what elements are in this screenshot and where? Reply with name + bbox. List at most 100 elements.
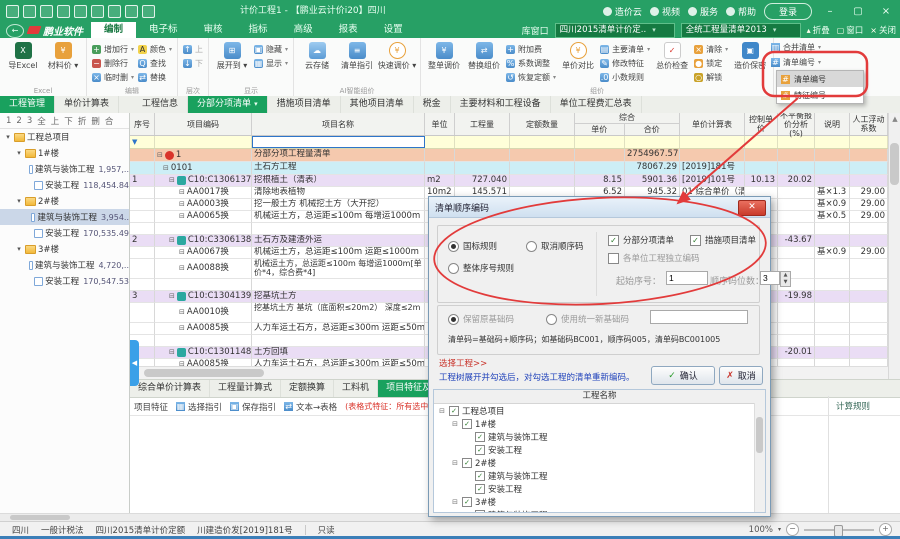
- tree-checkbox[interactable]: [462, 497, 472, 507]
- tab-税金[interactable]: 税金: [414, 96, 451, 113]
- titlebar-item-2[interactable]: 服务: [688, 5, 718, 18]
- copy-icon[interactable]: [74, 5, 87, 18]
- tree-item-安装工程[interactable]: 安装工程170,547.53: [0, 273, 129, 289]
- zoom-dropdown-icon[interactable]: ▾: [778, 526, 781, 533]
- ribbon-tab-设置[interactable]: 设置: [371, 22, 416, 38]
- digits-input[interactable]: [760, 271, 780, 285]
- dialog-tree-item-3#楼[interactable]: ⊟3#楼: [434, 495, 765, 508]
- new-icon[interactable]: [6, 5, 19, 18]
- back-icon[interactable]: ←: [6, 24, 24, 38]
- zoom-in-icon[interactable]: +: [879, 523, 892, 536]
- check-subsection-list[interactable]: 分部分项清单: [608, 234, 674, 246]
- header-unit[interactable]: 单位: [425, 113, 455, 135]
- table-row[interactable]: 1⊟C10:C1306137挖根植土（清表）m2727.0408.155901.…: [130, 175, 900, 187]
- filter-cell-qty[interactable]: [455, 136, 510, 148]
- scroll-up-icon[interactable]: ▲: [889, 113, 900, 125]
- ribbon-button-删除行[interactable]: −删除行: [90, 56, 136, 70]
- filter-cell-code[interactable]: [155, 136, 252, 148]
- radio-keep-base-code[interactable]: 保留原基础码: [448, 313, 514, 325]
- toolbar-button-保存指引[interactable]: ▣保存指引: [230, 401, 276, 413]
- ribbon-button-附加费[interactable]: +附加费: [504, 42, 558, 56]
- ribbon-button-下[interactable]: ↓下: [181, 56, 205, 70]
- filter-cell-ctrl[interactable]: [745, 136, 778, 148]
- header-code[interactable]: 项目编码: [155, 113, 252, 135]
- dialog-tree-item-建筑与装饰工程[interactable]: 建筑与装饰工程: [434, 469, 765, 482]
- cancel-button[interactable]: ✗取消: [719, 366, 763, 385]
- header-calc[interactable]: 单价计算表: [680, 113, 745, 135]
- header-deqty[interactable]: 定额数量: [510, 113, 575, 135]
- expand-icon[interactable]: ⊟: [163, 163, 169, 174]
- toolbar-button-项目特征[interactable]: 项目特征: [134, 401, 168, 413]
- ribbon-button-隐藏[interactable]: ▣隐藏▾: [252, 42, 290, 56]
- tree-toolbar-3[interactable]: 3: [27, 116, 32, 126]
- tab-综合单价计算表[interactable]: 综合单价计算表: [130, 380, 210, 397]
- tree-checkbox[interactable]: [462, 458, 472, 468]
- tree-item-安装工程[interactable]: 安装工程170,535.49: [0, 225, 129, 241]
- ribbon-button-导Excel[interactable]: X导Excel: [3, 40, 43, 70]
- filter-cell-deqty[interactable]: [510, 136, 575, 148]
- tree-checkbox[interactable]: [475, 484, 485, 494]
- ribbon-button-整单调价[interactable]: ¥整单调价: [424, 40, 464, 70]
- zoom-slider[interactable]: [804, 529, 874, 531]
- ribbon-button-展开到[interactable]: ⊞展开到 ▾: [212, 40, 252, 70]
- library-action-1[interactable]: ▢窗口: [837, 24, 864, 36]
- digits-spinner[interactable]: ▲▼: [780, 271, 791, 287]
- filter-cell-note[interactable]: [815, 136, 850, 148]
- ribbon-button-临时删[interactable]: ×临时删▾: [90, 70, 136, 84]
- library-action-0[interactable]: ▴折叠: [807, 24, 830, 36]
- library-action-2[interactable]: ×关闭: [870, 24, 896, 36]
- list-library-select[interactable]: 全统工程量清单2013▾: [681, 23, 801, 38]
- expand-icon[interactable]: ⊟: [179, 199, 185, 210]
- tree-toolbar-删[interactable]: 删: [91, 115, 100, 127]
- tab-主要材料和工程设备[interactable]: 主要材料和工程设备: [451, 96, 551, 113]
- ribbon-tab-审核[interactable]: 审核: [191, 22, 236, 38]
- tab-工程信息[interactable]: 工程信息: [133, 96, 188, 113]
- tree-item-建筑与装饰工程[interactable]: 建筑与装饰工程1,957,..: [0, 161, 129, 177]
- redo-icon[interactable]: [142, 5, 155, 18]
- tab-工料机[interactable]: 工料机: [334, 380, 378, 397]
- tree-expander-icon[interactable]: ⊟: [438, 407, 446, 415]
- tab-措施项目清单[interactable]: 措施项目清单: [268, 96, 341, 113]
- expand-icon[interactable]: ⊟: [169, 291, 175, 302]
- tree-toolbar-下[interactable]: 下: [64, 115, 73, 127]
- titlebar-item-3[interactable]: 帮助: [726, 5, 756, 18]
- tree-item-建筑与装饰工程[interactable]: 建筑与装饰工程4,720,..: [0, 257, 129, 273]
- dialog-tree-item-工程总项目[interactable]: ⊟工程总项目: [434, 404, 765, 417]
- filter-cell-sn[interactable]: ▼: [130, 136, 155, 148]
- expand-icon[interactable]: ⊟: [169, 347, 175, 358]
- minimize-icon[interactable]: –: [820, 6, 840, 17]
- filter-cell-calc[interactable]: [680, 136, 745, 148]
- ribbon-button-上[interactable]: ↑上: [181, 42, 205, 56]
- tree-expander-icon[interactable]: ⊟: [451, 459, 459, 467]
- quota-library-select[interactable]: 四川2015清单计价定..▾: [555, 23, 675, 38]
- ribbon-tab-高级[interactable]: 高级: [281, 22, 326, 38]
- ribbon-tab-电子标[interactable]: 电子标: [136, 22, 191, 38]
- header-qty[interactable]: 工程量: [455, 113, 510, 135]
- toolbar-button-文本→表格[interactable]: ⇄文本→表格: [284, 401, 337, 413]
- tree-toolbar-合[interactable]: 合: [105, 115, 114, 127]
- ribbon-button-总价检查[interactable]: ✓总价检查: [652, 40, 692, 70]
- tree-expander-icon[interactable]: ▾: [4, 133, 12, 141]
- toolbar-button-选择指引[interactable]: ▦选择指引: [176, 401, 222, 413]
- dialog-tree-item-安装工程[interactable]: 安装工程: [434, 482, 765, 495]
- expand-icon[interactable]: ⊟: [157, 150, 163, 161]
- ribbon-button-材料价[interactable]: ¥材料价 ▾: [43, 40, 83, 70]
- expand-icon[interactable]: ⊟: [179, 187, 185, 198]
- ribbon-button-主要清单[interactable]: ▤主要清单▾: [598, 42, 652, 56]
- ribbon-button-恢复定额[interactable]: ↺恢复定额▾: [504, 70, 558, 84]
- header-note[interactable]: 说明: [815, 113, 850, 135]
- titlebar-item-1[interactable]: 视频: [650, 5, 680, 18]
- header-total[interactable]: 合价: [625, 124, 679, 135]
- preview-icon[interactable]: [57, 5, 70, 18]
- ribbon-button-小数规则[interactable]: .0小数规则: [598, 70, 652, 84]
- ribbon-button-清单指引[interactable]: ≡清单指引: [337, 40, 377, 70]
- table-row[interactable]: ⊟0101土石方工程78067.29[2019]181号: [130, 162, 900, 175]
- scrollbar-thumb[interactable]: [890, 143, 899, 185]
- tree-toolbar-全[interactable]: 全: [37, 115, 46, 127]
- tab-工程量计算式[interactable]: 工程量计算式: [210, 380, 281, 397]
- header-unbalance[interactable]: 不平衡报价分析(%): [778, 113, 815, 135]
- tree-expander-icon[interactable]: ⊟: [451, 420, 459, 428]
- expand-icon[interactable]: ⊟: [179, 307, 185, 318]
- ribbon-button-解锁[interactable]: ○解锁: [692, 70, 730, 84]
- expand-icon[interactable]: ⊟: [179, 211, 185, 222]
